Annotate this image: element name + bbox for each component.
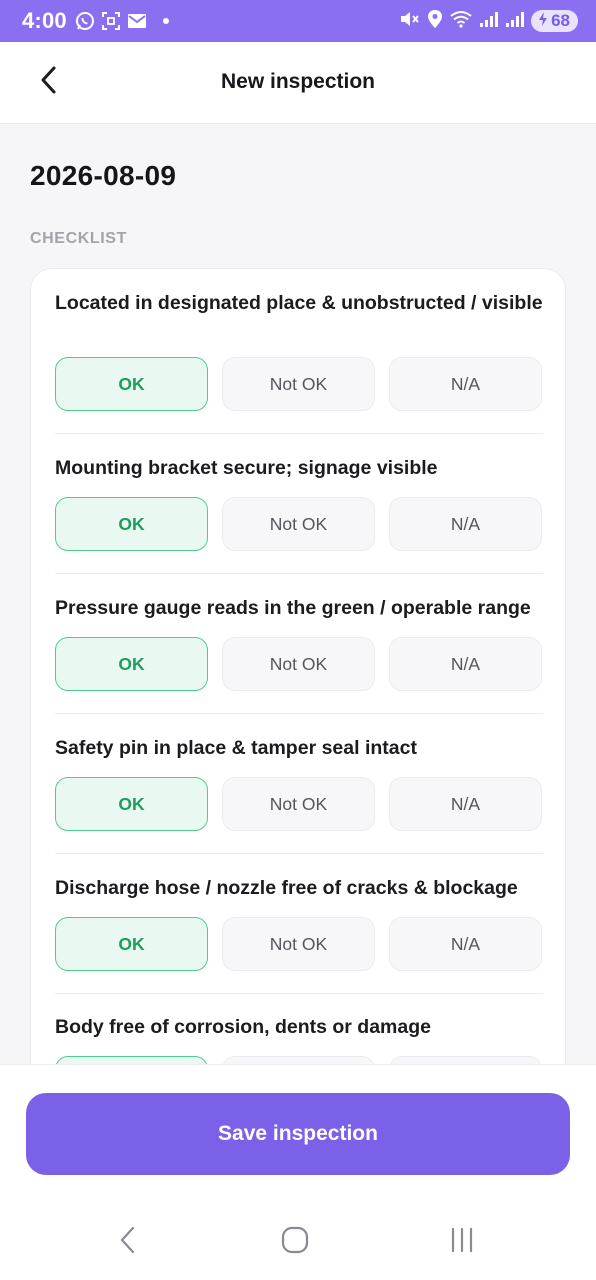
battery-indicator: 68 [531, 10, 578, 32]
option-na-button[interactable]: N/A [389, 917, 542, 971]
option-not-ok-button[interactable]: Not OK [222, 777, 375, 831]
battery-level: 68 [551, 11, 570, 30]
divider [55, 853, 543, 854]
nav-home-button[interactable] [275, 1222, 315, 1262]
divider [55, 573, 543, 574]
checklist-card: Located in designated place & unobstruct… [30, 268, 566, 1064]
main-content: 2026-08-09 CHECKLIST Located in designat… [0, 124, 596, 1064]
nav-recents-icon [448, 1226, 476, 1259]
option-na-button[interactable]: N/A [389, 637, 542, 691]
option-not-ok-button[interactable]: Not OK [222, 917, 375, 971]
option-not-ok-button[interactable]: Not OK [222, 1056, 375, 1064]
mail-icon [127, 12, 147, 30]
signal-icon [505, 10, 525, 33]
checklist-question: Mounting bracket secure; signage visible [55, 457, 438, 479]
status-bar: 4:00 68 [0, 0, 596, 42]
nav-recents-button[interactable] [442, 1222, 482, 1262]
checklist-question: Safety pin in place & tamper seal intact [55, 737, 417, 759]
option-na-button[interactable]: N/A [389, 777, 542, 831]
section-label-checklist: CHECKLIST [30, 230, 127, 247]
wifi-icon [449, 9, 473, 34]
app-header: New inspection [0, 42, 596, 124]
option-ok-button[interactable]: OK [55, 497, 208, 551]
status-time: 4:00 [22, 8, 67, 33]
location-icon [427, 9, 443, 34]
option-ok-button[interactable]: OK [55, 637, 208, 691]
divider [55, 433, 543, 434]
whatsapp-icon [75, 11, 95, 31]
option-ok-button[interactable]: OK [55, 917, 208, 971]
inspection-date: 2026-08-09 [30, 160, 177, 191]
checklist-question: Pressure gauge reads in the green / oper… [55, 597, 531, 619]
option-not-ok-button[interactable]: Not OK [222, 357, 375, 411]
mute-icon [399, 9, 421, 34]
nav-back-button[interactable] [108, 1222, 148, 1262]
option-not-ok-button[interactable]: Not OK [222, 637, 375, 691]
option-not-ok-button[interactable]: Not OK [222, 497, 375, 551]
nav-home-icon [281, 1226, 309, 1259]
checklist-question: Discharge hose / nozzle free of cracks &… [55, 877, 518, 899]
save-inspection-button[interactable]: Save inspection [26, 1093, 570, 1175]
checklist-question: Located in designated place & unobstruct… [55, 292, 543, 314]
page-title: New inspection [220, 70, 376, 93]
option-na-button[interactable]: N/A [389, 1056, 542, 1064]
screenshot-icon [101, 11, 121, 31]
divider [55, 713, 543, 714]
checklist-question: Body free of corrosion, dents or damage [55, 1016, 431, 1038]
system-nav-bar [0, 1202, 596, 1280]
option-ok-button[interactable]: OK [55, 1056, 208, 1064]
nav-back-icon [118, 1225, 138, 1260]
option-ok-button[interactable]: OK [55, 357, 208, 411]
charging-icon [537, 11, 549, 32]
bottom-action-panel: Save inspection [0, 1064, 596, 1202]
notification-dot [162, 18, 169, 24]
option-na-button[interactable]: N/A [389, 357, 542, 411]
divider [55, 993, 543, 994]
option-ok-button[interactable]: OK [55, 777, 208, 831]
signal-icon [479, 10, 499, 33]
option-na-button[interactable]: N/A [389, 497, 542, 551]
